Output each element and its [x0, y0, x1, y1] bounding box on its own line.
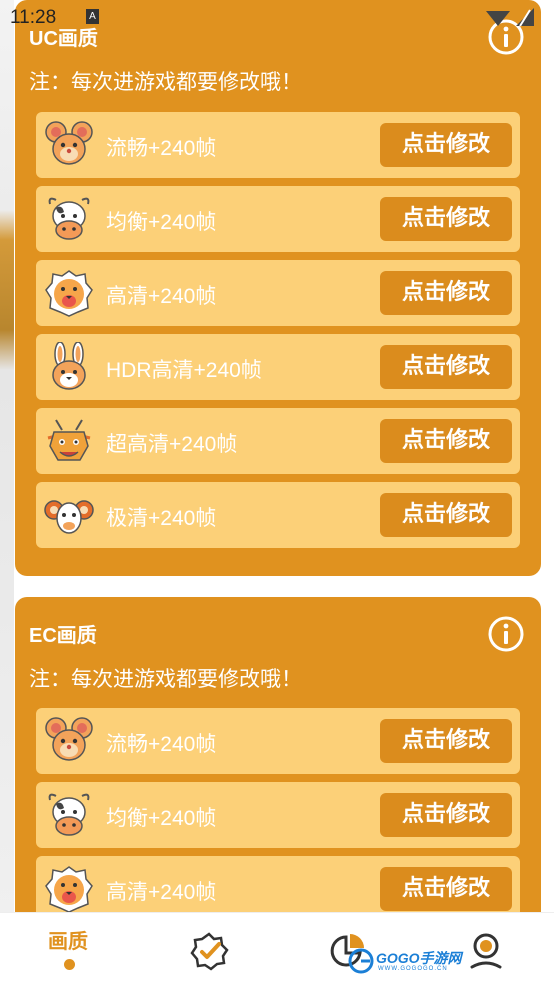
ox-icon: [48, 197, 90, 240]
modify-button[interactable]: 点击修改: [380, 123, 512, 167]
tab-label: 画质: [48, 929, 88, 953]
modify-button[interactable]: 点击修改: [380, 867, 512, 911]
bottom-nav: 画质: [0, 912, 554, 986]
ox-icon: [48, 793, 90, 836]
quality-row: 均衡+240帧 点击修改: [36, 186, 520, 252]
mouse-icon: [45, 121, 93, 165]
tab-profile[interactable]: [458, 913, 518, 986]
modify-button[interactable]: 点击修改: [380, 793, 512, 837]
status-icons: [486, 8, 536, 32]
quality-row: 极清+240帧 点击修改: [36, 482, 520, 548]
background-app-strip: [0, 0, 14, 986]
row-label: 均衡+240帧: [106, 807, 217, 830]
modify-button[interactable]: 点击修改: [380, 719, 512, 763]
ram-icon: [44, 500, 94, 534]
quality-row: 流畅+240帧 点击修改: [36, 112, 520, 178]
row-label: 超高清+240帧: [106, 433, 238, 456]
modify-button[interactable]: 点击修改: [380, 197, 512, 241]
quality-row: 均衡+240帧 点击修改: [36, 782, 520, 848]
mouse-icon: [45, 717, 93, 761]
status-time: 11:28: [10, 7, 57, 28]
status-notification-badge: A: [86, 9, 99, 24]
card-title: EC画质: [29, 625, 97, 647]
dragon-icon: [47, 419, 91, 461]
row-label: 均衡+240帧: [106, 211, 217, 234]
quality-row: 超高清+240帧 点击修改: [36, 408, 520, 474]
modify-button[interactable]: 点击修改: [380, 345, 512, 389]
modify-button[interactable]: 点击修改: [380, 493, 512, 537]
quality-row: 高清+240帧 点击修改: [36, 260, 520, 326]
uc-quality-card: UC画质 注：每次进游戏都要修改哦！ 流畅+240帧 点击修改 均衡+240帧 …: [15, 0, 541, 576]
quality-row: HDR高清+240帧 点击修改: [36, 334, 520, 400]
row-label: 流畅+240帧: [106, 733, 217, 756]
picture-quality-tab[interactable]: 画质: [0, 913, 138, 986]
profile-icon: [470, 933, 502, 969]
row-label: HDR高清+240帧: [106, 359, 262, 382]
watermark-text: GOGO手游网: [376, 950, 462, 966]
watermark-subtext: WWW.GOGOGO.CN: [378, 966, 448, 972]
row-label: 极清+240帧: [106, 507, 217, 530]
modify-button[interactable]: 点击修改: [380, 419, 512, 463]
active-indicator-dot: [64, 959, 75, 970]
tiger-icon: [45, 270, 93, 317]
tab-verified[interactable]: [178, 913, 238, 986]
card-note: 注：每次进游戏都要修改哦！: [29, 667, 302, 691]
site-watermark: GOGO手游网 WWW.GOGOGO.CN: [348, 946, 462, 976]
ec-quality-card: EC画质 注：每次进游戏都要修改哦！ 流畅+240帧 点击修改 均衡+240帧 …: [15, 597, 541, 937]
row-label: 高清+240帧: [106, 285, 217, 308]
row-label: 高清+240帧: [106, 881, 217, 904]
wifi-signal-icon: [486, 8, 534, 27]
quality-row: 流畅+240帧 点击修改: [36, 708, 520, 774]
verified-badge-icon: [190, 932, 229, 971]
rabbit-icon: [52, 342, 86, 390]
modify-button[interactable]: 点击修改: [380, 271, 512, 315]
tiger-icon: [45, 866, 93, 913]
info-icon[interactable]: [487, 615, 525, 653]
card-note: 注：每次进游戏都要修改哦！: [29, 70, 302, 94]
watermark-logo-icon: [348, 948, 374, 974]
row-label: 流畅+240帧: [106, 137, 217, 160]
